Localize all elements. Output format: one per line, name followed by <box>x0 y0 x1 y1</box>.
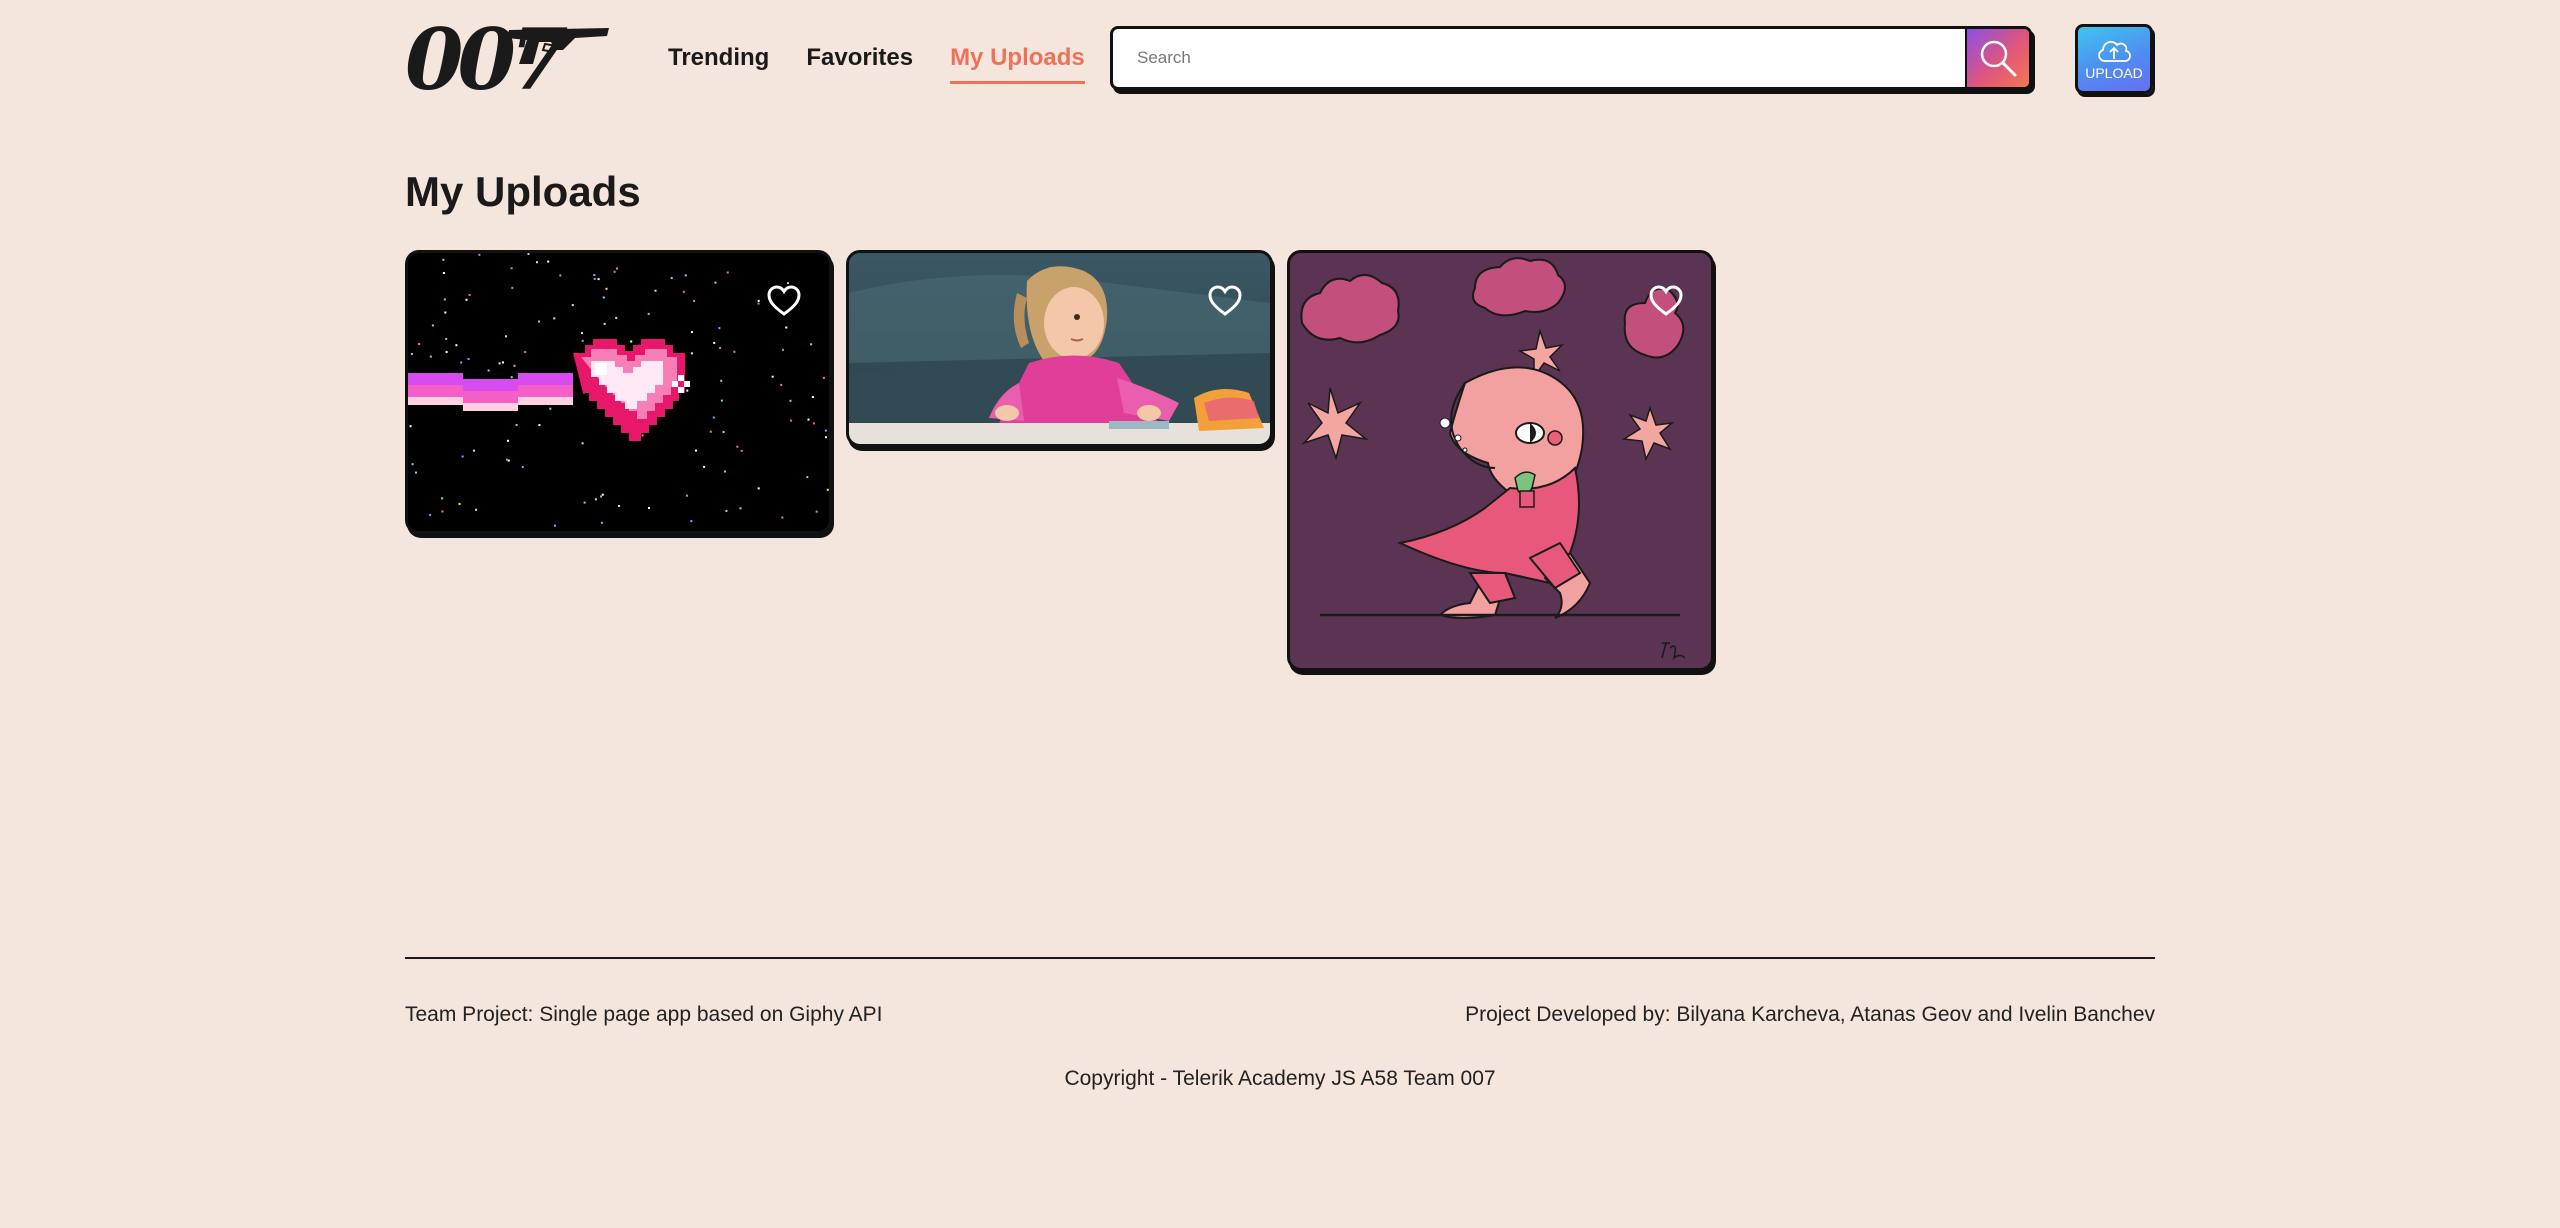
search-bar <box>1110 26 2032 90</box>
gif-card[interactable] <box>1287 250 1714 671</box>
gif-image <box>849 253 1270 444</box>
upload-label: UPLOAD <box>2085 65 2143 81</box>
pistol-icon <box>507 28 609 64</box>
heart-outline-icon[interactable] <box>1208 285 1242 317</box>
gif-card[interactable] <box>405 250 832 534</box>
upload-button[interactable]: UPLOAD <box>2075 24 2153 94</box>
gif-card[interactable] <box>846 250 1273 447</box>
page-title: My Uploads <box>405 168 641 215</box>
heart-outline-icon[interactable] <box>767 285 801 317</box>
main-nav: Trending Favorites My Uploads <box>668 44 1085 84</box>
heart-outline-icon[interactable] <box>1649 285 1683 317</box>
header: 007 Trending Favorites My Uploads Search… <box>405 10 2155 109</box>
search-icon <box>1980 40 2017 77</box>
nav-trending[interactable]: Trending <box>668 44 769 84</box>
search-button[interactable] <box>1965 29 2029 87</box>
footer-divider <box>405 957 2155 959</box>
footer-developers: Project Developed by: Bilyana Karcheva, … <box>1465 1003 2155 1026</box>
footer-copyright: Copyright - Telerik Academy JS A58 Team … <box>1064 1067 1496 1090</box>
nav-my-uploads[interactable]: My Uploads <box>950 44 1085 84</box>
logo[interactable]: 007 <box>405 10 609 109</box>
nav-favorites[interactable]: Favorites <box>806 44 913 84</box>
footer-project-info: Team Project: Single page app based on G… <box>405 1003 883 1026</box>
search-input[interactable] <box>1113 29 1971 87</box>
gif-image <box>408 253 829 531</box>
page: 007 Trending Favorites My Uploads Search… <box>0 0 2560 1228</box>
gif-image <box>1290 253 1711 668</box>
cloud-upload-icon <box>2098 40 2131 62</box>
